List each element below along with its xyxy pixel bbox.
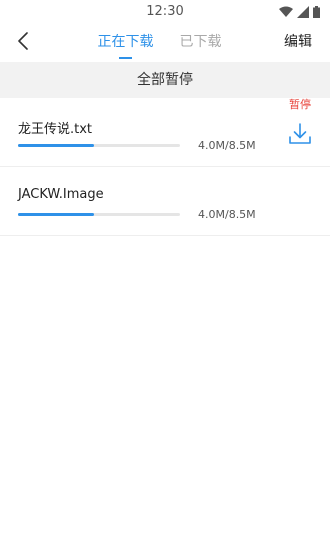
size-text: 4.0M/8.5M [198, 139, 256, 152]
download-manager-screen: 12:30 正在下载 已下载 编辑 全部暂停 龙王传说.txt 4.0M/8.5… [0, 0, 330, 550]
list-item[interactable]: 龙王传说.txt 4.0M/8.5M [0, 98, 330, 167]
status-bar: 12:30 [0, 0, 330, 24]
download-list: 龙王传说.txt 4.0M/8.5M JACKW.Image 4.0M/8.5M [0, 98, 330, 236]
progress-bar [18, 144, 180, 147]
edit-button[interactable]: 编辑 [284, 24, 312, 62]
file-name: JACKW.Image [18, 187, 104, 202]
status-icons [279, 5, 320, 19]
tab-downloading[interactable]: 正在下载 [88, 24, 163, 62]
file-name: 龙王传说.txt [18, 122, 93, 137]
tab-label: 正在下载 [97, 34, 154, 50]
progress-fill [18, 213, 95, 216]
size-text: 4.0M/8.5M [198, 208, 256, 221]
chevron-left-icon [17, 32, 29, 54]
nav-bar: 正在下载 已下载 编辑 [0, 24, 330, 62]
list-item[interactable]: JACKW.Image 4.0M/8.5M [0, 167, 330, 236]
progress-fill [18, 144, 95, 147]
pause-all-button[interactable]: 全部暂停 [0, 62, 330, 98]
tab-downloaded[interactable]: 已下载 [163, 24, 238, 62]
tab-bar: 正在下载 已下载 [88, 24, 238, 62]
back-button[interactable] [10, 30, 36, 56]
paused-status-button[interactable]: 暂停 [289, 96, 311, 112]
active-tab-indicator [119, 57, 132, 59]
download-icon[interactable] [288, 122, 312, 146]
signal-icon [297, 3, 309, 22]
tab-label: 已下载 [179, 34, 222, 50]
wifi-icon [279, 3, 293, 22]
progress-bar [18, 213, 180, 216]
battery-icon [313, 3, 320, 22]
